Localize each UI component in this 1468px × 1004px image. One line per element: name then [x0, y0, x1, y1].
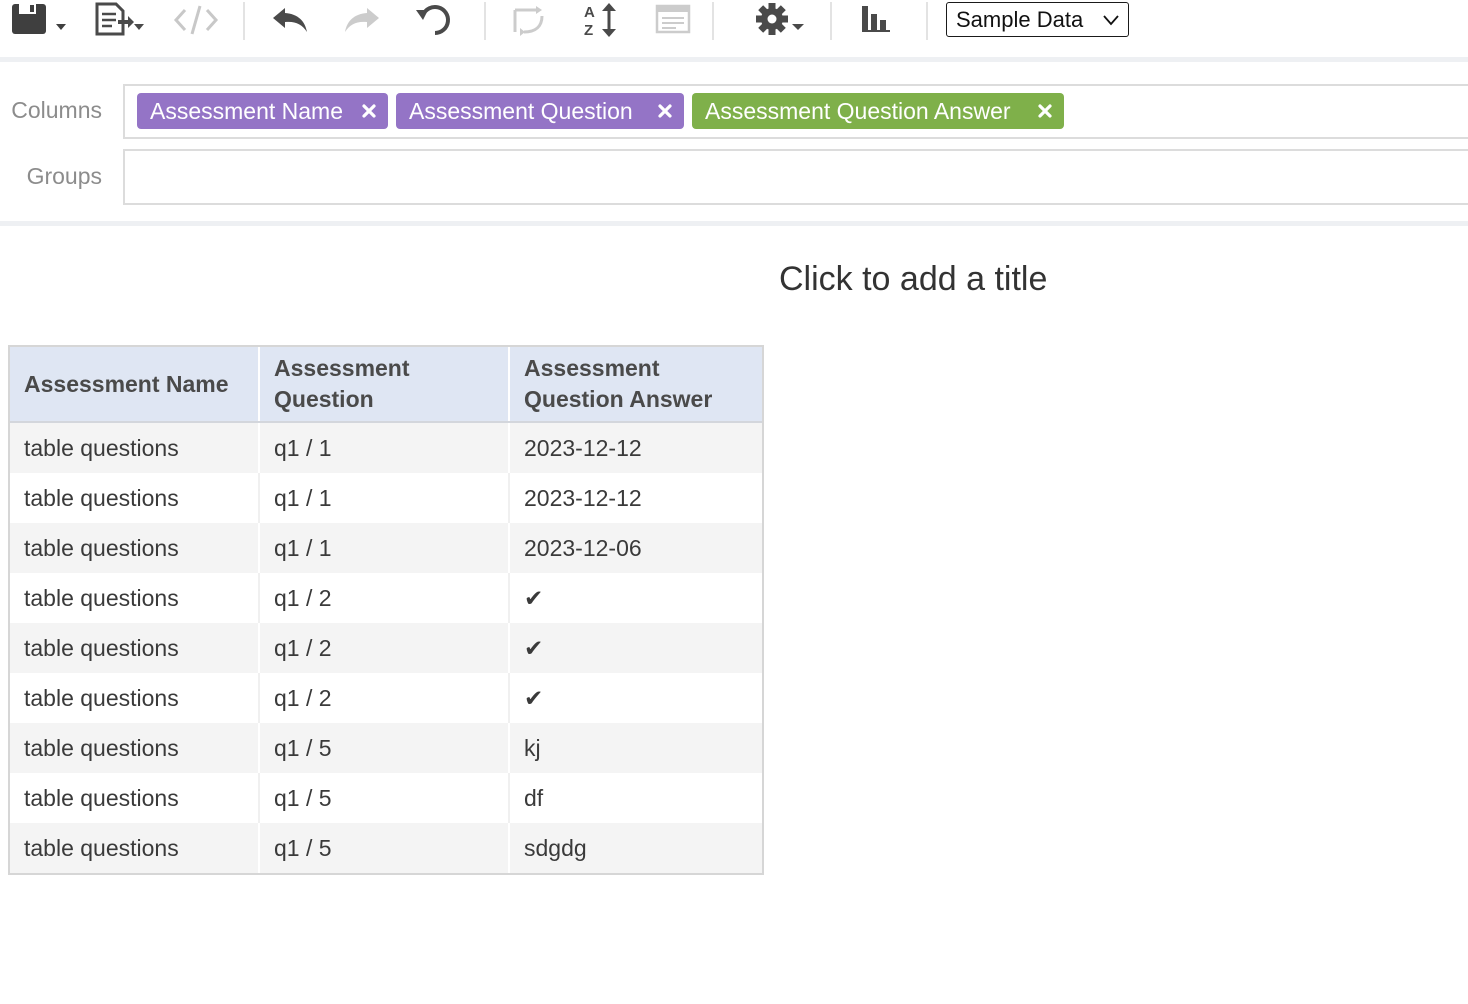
- columns-label: Columns: [11, 97, 102, 123]
- toolbar: A Z Sample Data: [0, 0, 1468, 40]
- table-cell: table questions: [10, 523, 260, 573]
- code-icon: [173, 5, 219, 35]
- remove-icon[interactable]: [360, 102, 378, 120]
- chevron-down-icon: [1103, 15, 1119, 26]
- table-row: table questions q1 / 2 ✔: [10, 573, 762, 623]
- table-row: table questions q1 / 1 2023-12-06: [10, 523, 762, 573]
- toolbar-separator: [830, 2, 832, 40]
- table-row: table questions q1 / 5 df: [10, 773, 762, 823]
- table-cell: kj: [524, 734, 541, 761]
- table-cell: 2023-12-12: [524, 434, 642, 461]
- report-title[interactable]: Click to add a title: [779, 260, 1047, 299]
- reset-icon: [416, 5, 450, 35]
- groups-dropzone[interactable]: [123, 149, 1468, 205]
- redo-button[interactable]: [340, 0, 382, 40]
- column-pill-assessment-name[interactable]: Assessment Name: [137, 93, 388, 129]
- table-cell: q1 / 2: [260, 673, 510, 723]
- table-row: table questions q1 / 2 ✔: [10, 673, 762, 723]
- table-cell: table questions: [10, 623, 260, 673]
- table-cell: table questions: [10, 823, 260, 873]
- table-cell: 2023-12-06: [524, 534, 642, 561]
- column-pill-assessment-question-answer[interactable]: Assessment Question Answer: [692, 93, 1064, 129]
- table-cell: df: [524, 784, 544, 811]
- table-header-row: Assessment Name Assessment Question Asse…: [10, 347, 762, 423]
- settings-button[interactable]: [752, 0, 810, 40]
- dataset-selector[interactable]: Sample Data: [946, 2, 1129, 37]
- toolbar-separator: [926, 2, 928, 40]
- swap-axes-button[interactable]: [508, 0, 550, 40]
- column-pill-label: Assessment Question: [409, 97, 633, 124]
- swap-axes-icon: [513, 6, 544, 36]
- subtotals-button[interactable]: [652, 0, 694, 40]
- dataset-selector-value: Sample Data: [956, 6, 1084, 32]
- table-cell: q1 / 5: [260, 823, 510, 873]
- toolbar-divider: [0, 57, 1468, 62]
- table-cell: q1 / 2: [260, 573, 510, 623]
- column-pill-assessment-question[interactable]: Assessment Question: [396, 93, 684, 129]
- table-cell: q1 / 5: [260, 773, 510, 823]
- settings-icon: [756, 3, 804, 35]
- table-row: table questions q1 / 2 ✔: [10, 623, 762, 673]
- column-pill-label: Assessment Question Answer: [705, 97, 1011, 124]
- toolbar-separator: [484, 2, 486, 40]
- table-row: table questions q1 / 1 2023-12-12: [10, 473, 762, 523]
- table-row: table questions q1 / 5 kj: [10, 723, 762, 773]
- redo-icon: [345, 8, 379, 32]
- save-icon: [12, 4, 66, 34]
- column-header-assessment-question-answer[interactable]: Assessment Question Answer: [510, 347, 760, 421]
- table-body: table questions q1 / 1 2023-12-12 table que…: [10, 423, 762, 873]
- column-header-assessment-name[interactable]: Assessment Name: [10, 347, 260, 421]
- undo-icon: [273, 8, 307, 32]
- remove-icon[interactable]: [1036, 102, 1054, 120]
- table-cell: ✔: [524, 634, 544, 661]
- table-cell: 2023-12-12: [524, 484, 642, 511]
- reset-button[interactable]: [414, 0, 456, 40]
- table-cell: q1 / 5: [260, 723, 510, 773]
- column-pill-label: Assessment Name: [150, 97, 344, 124]
- config-divider: [0, 221, 1468, 226]
- table-cell: table questions: [10, 473, 260, 523]
- table-cell: q1 / 1: [260, 473, 510, 523]
- table-row: table questions q1 / 5 sdgdg: [10, 823, 762, 873]
- chart-icon: [862, 6, 890, 32]
- toolbar-separator: [712, 2, 714, 40]
- groups-label: Groups: [26, 163, 102, 189]
- table-cell: q1 / 1: [260, 523, 510, 573]
- table-cell: ✔: [524, 584, 544, 611]
- sort-button[interactable]: A Z: [580, 0, 624, 40]
- export-button[interactable]: [92, 0, 152, 40]
- code-view-button[interactable]: [172, 0, 220, 40]
- svg-text:Z: Z: [584, 22, 593, 39]
- table-cell: table questions: [10, 573, 260, 623]
- chart-button[interactable]: [856, 0, 896, 40]
- table-cell: table questions: [10, 773, 260, 823]
- table-cell: q1 / 1: [260, 423, 510, 473]
- sort-icon: A Z: [584, 3, 616, 39]
- table-cell: ✔: [524, 684, 544, 711]
- table-cell: q1 / 2: [260, 623, 510, 673]
- save-button[interactable]: [8, 0, 70, 40]
- svg-text:A: A: [584, 4, 595, 21]
- table-cell: table questions: [10, 723, 260, 773]
- undo-button[interactable]: [270, 0, 312, 40]
- column-header-assessment-question[interactable]: Assessment Question: [260, 347, 510, 421]
- export-icon: [95, 2, 144, 36]
- remove-icon[interactable]: [656, 102, 674, 120]
- toolbar-separator: [243, 2, 245, 40]
- table-row: table questions q1 / 1 2023-12-12: [10, 423, 762, 473]
- subtotals-icon: [655, 4, 691, 34]
- table-cell: table questions: [10, 673, 260, 723]
- report-table: Assessment Name Assessment Question Asse…: [8, 345, 764, 875]
- table-cell: sdgdg: [524, 834, 587, 861]
- table-cell: table questions: [10, 423, 260, 473]
